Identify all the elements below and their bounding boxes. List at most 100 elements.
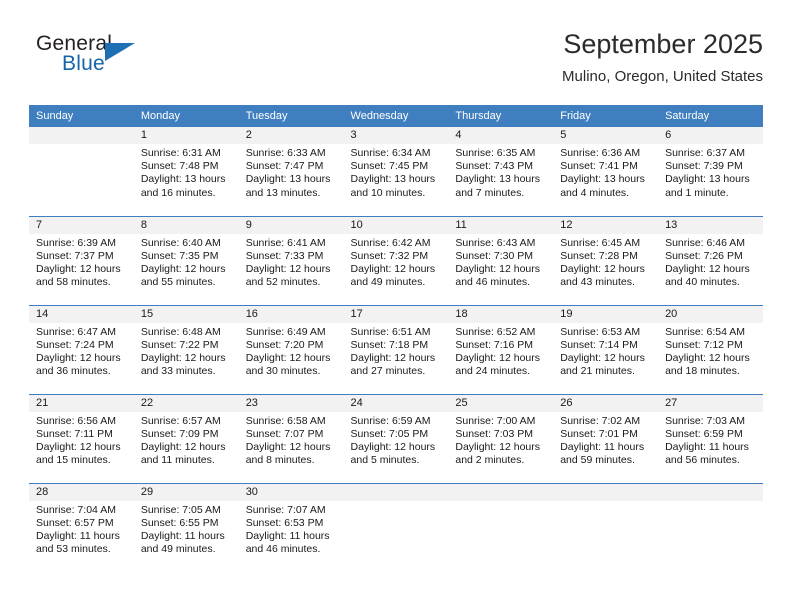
sunrise-text: Sunrise: 6:40 AM (140, 236, 221, 249)
day-number: 7 (29, 216, 134, 234)
calendar-day-cell[interactable]: 4 Sunrise: 6:35 AM Sunset: 7:43 PM Daylight… (448, 127, 554, 216)
daylight-text-line1: Daylight: 12 hours (140, 351, 226, 364)
calendar-day-cell[interactable]: 15 Sunrise: 6:48 AM Sunset: 7:22 PM Dayligh… (133, 304, 239, 394)
calendar-day-cell[interactable]: 18 Sunrise: 6:52 AM Sunset: 7:16 PM Dayligh… (448, 304, 554, 394)
calendar-day-cell[interactable]: 9 Sunrise: 6:41 AM Sunset: 7:33 PM Daylight… (238, 215, 344, 305)
calendar-day-cell[interactable]: 3 Sunrise: 6:34 AM Sunset: 7:45 PM Daylight… (343, 127, 449, 216)
calendar-day-cell[interactable]: 2 Sunrise: 6:33 AM Sunset: 7:47 PM Daylight… (238, 127, 344, 216)
calendar-day-cell[interactable]: 13 Sunrise: 6:46 AM Sunset: 7:26 PM Dayligh… (658, 215, 763, 305)
logo-text-blue: Blue (62, 52, 105, 75)
sunrise-text: Sunrise: 6:36 AM (560, 147, 641, 159)
daylight-text-line1: Daylight: 12 hours (245, 440, 331, 453)
daylight-text-line2: and 15 minutes. (36, 454, 111, 467)
daylight-text-line1: Daylight: 12 hours (350, 351, 436, 364)
calendar-day-cell[interactable]: 7 Sunrise: 6:39 AM Sunset: 7:37 PM Daylight… (29, 215, 134, 305)
daylight-text-line2: and 49 minutes. (140, 543, 216, 556)
calendar-day-cell[interactable]: 23 Sunrise: 6:58 AM Sunset: 7:07 PM Dayligh… (238, 393, 344, 483)
calendar-day-cell[interactable]: 5 Sunrise: 6:36 AM Sunset: 7:41 PM Daylight… (553, 127, 659, 216)
calendar-day-cell[interactable]: 19 Sunrise: 6:53 AM Sunset: 7:14 PM Dayligh… (553, 304, 659, 394)
calendar-table: Sunday Monday Tuesday Wednesday Thursday… (29, 105, 763, 572)
day-number: 9 (238, 216, 344, 234)
page-title: September 2025 (563, 29, 763, 59)
daylight-text-line1: Daylight: 12 hours (245, 351, 331, 364)
sunrise-text: Sunrise: 6:42 AM (350, 236, 431, 249)
day-cell-content: 14 Sunrise: 6:47 AM Sunset: 7:24 PM Dayligh… (29, 305, 134, 394)
calendar-day-cell[interactable] (29, 127, 134, 216)
daylight-text-line2: and 30 minutes. (245, 365, 321, 378)
sunset-text: Sunset: 7:39 PM (665, 160, 743, 173)
calendar-day-cell[interactable]: 1 Sunrise: 6:31 AM Sunset: 7:48 PM Daylight… (133, 127, 239, 216)
calendar-day-cell[interactable] (553, 482, 659, 573)
sunset-text: Sunset: 7:03 PM (455, 427, 534, 440)
calendar-day-cell[interactable]: 8 Sunrise: 6:40 AM Sunset: 7:35 PM Daylight… (133, 215, 239, 305)
daylight-text-line1: Daylight: 12 hours (665, 262, 750, 275)
calendar-day-cell[interactable] (658, 482, 763, 572)
day-cell-content: 16 Sunrise: 6:49 AM Sunset: 7:20 PM Dayligh… (238, 305, 344, 394)
day-cell-content: 15 Sunrise: 6:48 AM Sunset: 7:22 PM Dayligh… (133, 305, 239, 394)
sunset-text: Sunset: 6:53 PM (245, 516, 324, 529)
day-number: 28 (29, 483, 134, 501)
day-cell-content: 1 Sunrise: 6:31 AM Sunset: 7:48 PM Daylight… (133, 127, 239, 216)
daylight-text-line1: Daylight: 12 hours (36, 262, 121, 275)
day-cell-content: 4 Sunrise: 6:35 AM Sunset: 7:43 PM Daylight… (448, 127, 554, 216)
calendar-day-cell[interactable]: 30 Sunrise: 7:07 AM Sunset: 6:53 PM Dayligh… (238, 482, 344, 572)
calendar-day-cell[interactable] (343, 482, 449, 572)
calendar-day-cell[interactable]: 12 Sunrise: 6:45 AM Sunset: 7:28 PM Dayligh… (553, 215, 659, 305)
calendar-day-cell[interactable] (448, 482, 554, 572)
day-details: Sunrise: 6:45 AM Sunset: 7:28 PM Daylight:… (553, 234, 658, 290)
sunset-text: Sunset: 7:48 PM (140, 160, 219, 173)
day-details: Sunrise: 7:04 AM Sunset: 6:57 PM Daylight:… (29, 501, 134, 557)
calendar-day-cell[interactable]: 29 Sunrise: 7:05 AM Sunset: 6:55 PM Dayligh… (133, 482, 239, 572)
calendar-day-cell[interactable]: 24 Sunrise: 6:59 AM Sunset: 7:05 PM Dayligh… (343, 393, 449, 483)
daylight-text-line1: Daylight: 13 hours (560, 173, 645, 186)
sunset-text: Sunset: 7:43 PM (455, 160, 534, 173)
calendar-day-cell[interactable]: 10 Sunrise: 6:42 AM Sunset: 7:32 PM Dayligh… (343, 215, 449, 305)
daylight-text-line2: and 13 minutes. (245, 186, 321, 199)
day-number: 21 (29, 394, 134, 412)
day-number: 30 (238, 483, 344, 501)
calendar-day-cell[interactable]: 14 Sunrise: 6:47 AM Sunset: 7:24 PM Dayligh… (29, 304, 134, 394)
day-number: 22 (133, 394, 239, 412)
day-details: Sunrise: 6:52 AM Sunset: 7:16 PM Daylight:… (448, 323, 553, 379)
calendar-day-cell[interactable]: 16 Sunrise: 6:49 AM Sunset: 7:20 PM Dayligh… (238, 304, 344, 394)
day-cell-content (553, 483, 659, 573)
calendar-day-cell[interactable]: 20 Sunrise: 6:54 AM Sunset: 7:12 PM Dayligh… (658, 304, 763, 394)
day-details: Sunrise: 6:37 AM Sunset: 7:39 PM Daylight:… (658, 144, 763, 200)
sunset-text: Sunset: 7:45 PM (350, 160, 429, 173)
daylight-text-line1: Daylight: 12 hours (455, 262, 541, 275)
calendar-day-cell[interactable]: 11 Sunrise: 6:43 AM Sunset: 7:30 PM Dayligh… (448, 215, 554, 305)
day-number: 23 (238, 394, 344, 412)
daylight-text-line2: and 8 minutes. (245, 454, 315, 467)
sunrise-text: Sunrise: 6:47 AM (36, 325, 116, 338)
day-details: Sunrise: 6:39 AM Sunset: 7:37 PM Daylight:… (29, 234, 134, 290)
sunset-text: Sunset: 7:37 PM (36, 249, 114, 262)
calendar-day-cell[interactable]: 22 Sunrise: 6:57 AM Sunset: 7:09 PM Dayligh… (133, 393, 239, 483)
day-number: 27 (658, 394, 763, 412)
day-number (658, 483, 763, 501)
daylight-text-line2: and 16 minutes. (140, 186, 216, 199)
weekday-header-tuesday: Tuesday (238, 105, 344, 127)
calendar-day-cell[interactable]: 28 Sunrise: 7:04 AM Sunset: 6:57 PM Dayligh… (29, 482, 134, 572)
calendar-day-cell[interactable]: 21 Sunrise: 6:56 AM Sunset: 7:11 PM Dayligh… (29, 393, 134, 483)
daylight-text-line1: Daylight: 12 hours (140, 262, 226, 275)
calendar-day-cell[interactable]: 17 Sunrise: 6:51 AM Sunset: 7:18 PM Dayligh… (343, 304, 449, 394)
calendar-day-cell[interactable]: 6 Sunrise: 6:37 AM Sunset: 7:39 PM Daylight… (658, 127, 763, 216)
daylight-text-line2: and 46 minutes. (455, 276, 531, 289)
weekday-header-monday: Monday (133, 105, 239, 127)
daylight-text-line2: and 58 minutes. (36, 276, 111, 289)
daylight-text-line2: and 2 minutes. (455, 454, 525, 467)
calendar-week-row: 21 Sunrise: 6:56 AM Sunset: 7:11 PM Dayligh… (29, 393, 763, 483)
day-cell-content: 25 Sunrise: 7:00 AM Sunset: 7:03 PM Dayligh… (448, 394, 554, 483)
daylight-text-line1: Daylight: 12 hours (36, 351, 121, 364)
day-number: 5 (553, 127, 659, 144)
calendar-day-cell[interactable]: 27 Sunrise: 7:03 AM Sunset: 6:59 PM Dayligh… (658, 393, 763, 483)
calendar-day-cell[interactable]: 25 Sunrise: 7:00 AM Sunset: 7:03 PM Dayligh… (448, 393, 554, 483)
sunrise-text: Sunrise: 6:33 AM (245, 147, 326, 159)
sunset-text: Sunset: 6:59 PM (665, 427, 743, 440)
calendar-day-cell[interactable]: 26 Sunrise: 7:02 AM Sunset: 7:01 PM Dayligh… (553, 393, 659, 483)
general-blue-logo[interactable]: General Blue (29, 32, 229, 90)
sunrise-text: Sunrise: 7:04 AM (36, 503, 116, 516)
sunrise-text: Sunrise: 6:59 AM (350, 414, 431, 427)
daylight-text-line2: and 43 minutes. (560, 276, 635, 289)
daylight-text-line1: Daylight: 13 hours (455, 173, 541, 186)
